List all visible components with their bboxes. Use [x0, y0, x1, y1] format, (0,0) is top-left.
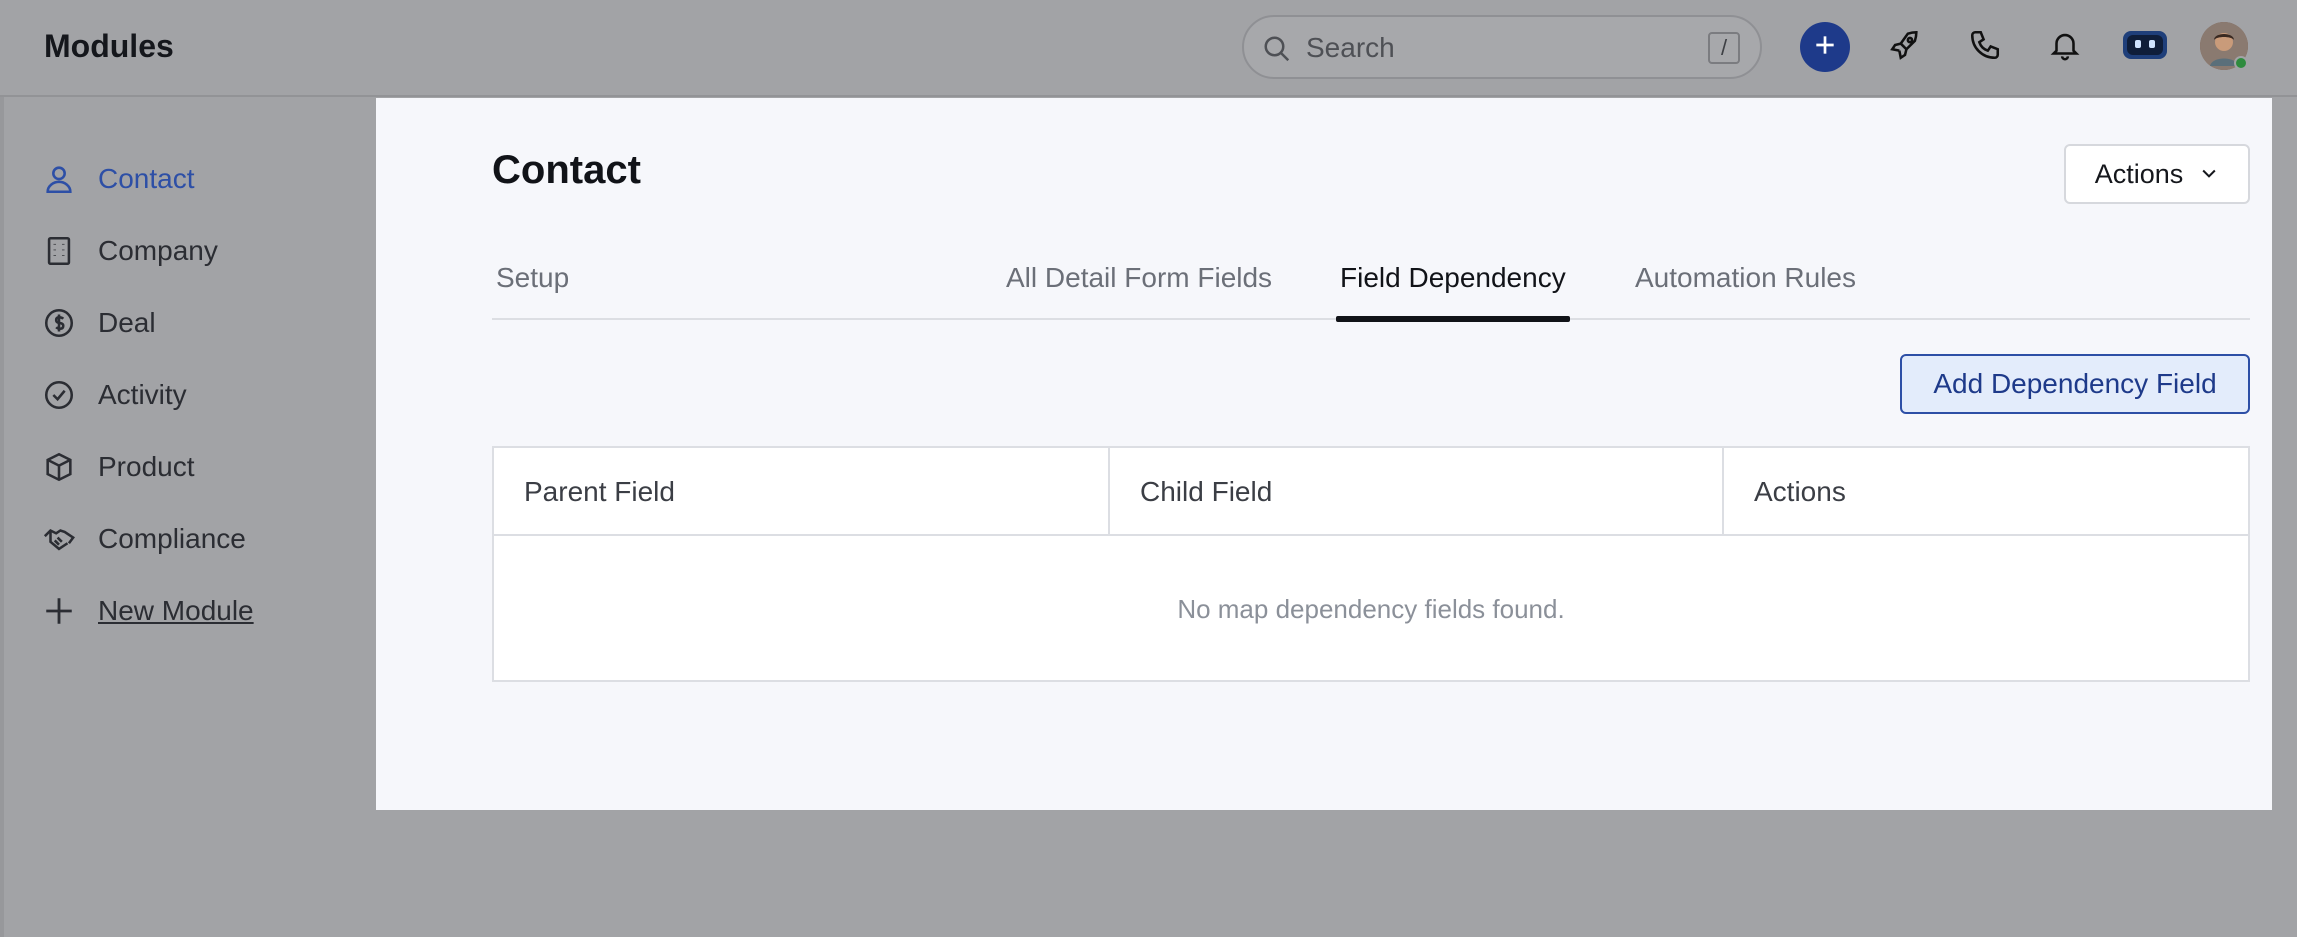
tab-all-detail-form-fields[interactable]: All Detail Form Fields: [1006, 262, 1272, 318]
sidebar-item-label: Company: [98, 235, 218, 266]
empty-state-message: No map dependency fields found.: [1177, 593, 1565, 624]
sidebar-item-contact[interactable]: Contact: [40, 154, 360, 204]
create-button[interactable]: [1800, 22, 1850, 72]
app-title: Modules: [44, 28, 174, 64]
plus-icon: [1812, 32, 1838, 63]
dollar-icon: [40, 304, 78, 342]
tab-automation-rules[interactable]: Automation Rules: [1635, 262, 1856, 318]
rocket-icon: [1888, 28, 1922, 67]
sidebar-item-compliance[interactable]: Compliance: [40, 514, 360, 564]
tab-setup[interactable]: Setup: [496, 262, 569, 318]
sidebar-item-product[interactable]: Product: [40, 442, 360, 492]
phone-button[interactable]: [1960, 22, 2010, 72]
dependency-table: Parent Field Child Field Actions No map …: [492, 446, 2250, 682]
bot-icon: [2121, 27, 2169, 68]
sidebar-item-label: Deal: [98, 307, 156, 338]
sidebar-item-company[interactable]: Company: [40, 226, 360, 276]
handshake-icon: [40, 520, 78, 558]
search-icon: [1262, 34, 1292, 69]
top-bar: Modules Search /: [0, 0, 2297, 97]
building-icon: [40, 232, 78, 270]
sidebar-item-deal[interactable]: Deal: [40, 298, 360, 348]
column-header-parent-field: Parent Field: [524, 476, 675, 507]
tab-field-dependency[interactable]: Field Dependency: [1336, 262, 1570, 322]
bell-icon: [2048, 28, 2082, 67]
sidebar-item-new-module[interactable]: New Module: [40, 586, 360, 636]
panel-body: Contact Actions Setup All Detail Form Fi…: [376, 98, 2272, 810]
table-header: Parent Field Child Field Actions: [494, 448, 2248, 536]
rocket-button[interactable]: [1880, 22, 1930, 72]
actions-dropdown[interactable]: Actions: [2064, 144, 2250, 204]
search-shortcut: /: [1708, 32, 1740, 64]
tab-bar: Setup All Detail Form Fields Field Depen…: [492, 238, 2250, 322]
user-icon: [40, 160, 78, 198]
module-panel: Contact Actions Setup All Detail Form Fi…: [376, 98, 2272, 810]
box-icon: [40, 448, 78, 486]
online-status-dot: [2234, 56, 2248, 70]
column-header-actions: Actions: [1722, 448, 2248, 536]
plus-icon: [40, 592, 78, 630]
search-placeholder: Search: [1306, 32, 1395, 63]
notifications-button[interactable]: [2040, 22, 2090, 72]
sidebar-item-label: Activity: [98, 379, 187, 410]
sidebar-item-activity[interactable]: Activity: [40, 370, 360, 420]
chevron-down-icon: [2199, 159, 2219, 190]
phone-icon: [1968, 28, 2002, 67]
user-avatar[interactable]: [2200, 22, 2248, 70]
page-title: Contact: [492, 148, 641, 192]
column-header-child-field: Child Field: [1108, 448, 1722, 536]
sidebar-item-label: Compliance: [98, 523, 246, 554]
sidebar-item-label: New Module: [98, 595, 254, 626]
sidebar-item-label: Product: [98, 451, 195, 482]
assistant-button[interactable]: [2120, 22, 2170, 72]
sidebar-item-label: Contact: [98, 163, 195, 194]
window-edge: [0, 0, 4, 937]
add-dependency-field-button[interactable]: Add Dependency Field: [1900, 354, 2250, 414]
check-circle-icon: [40, 376, 78, 414]
search-input[interactable]: Search /: [1242, 15, 1762, 79]
actions-label: Actions: [2094, 158, 2184, 189]
